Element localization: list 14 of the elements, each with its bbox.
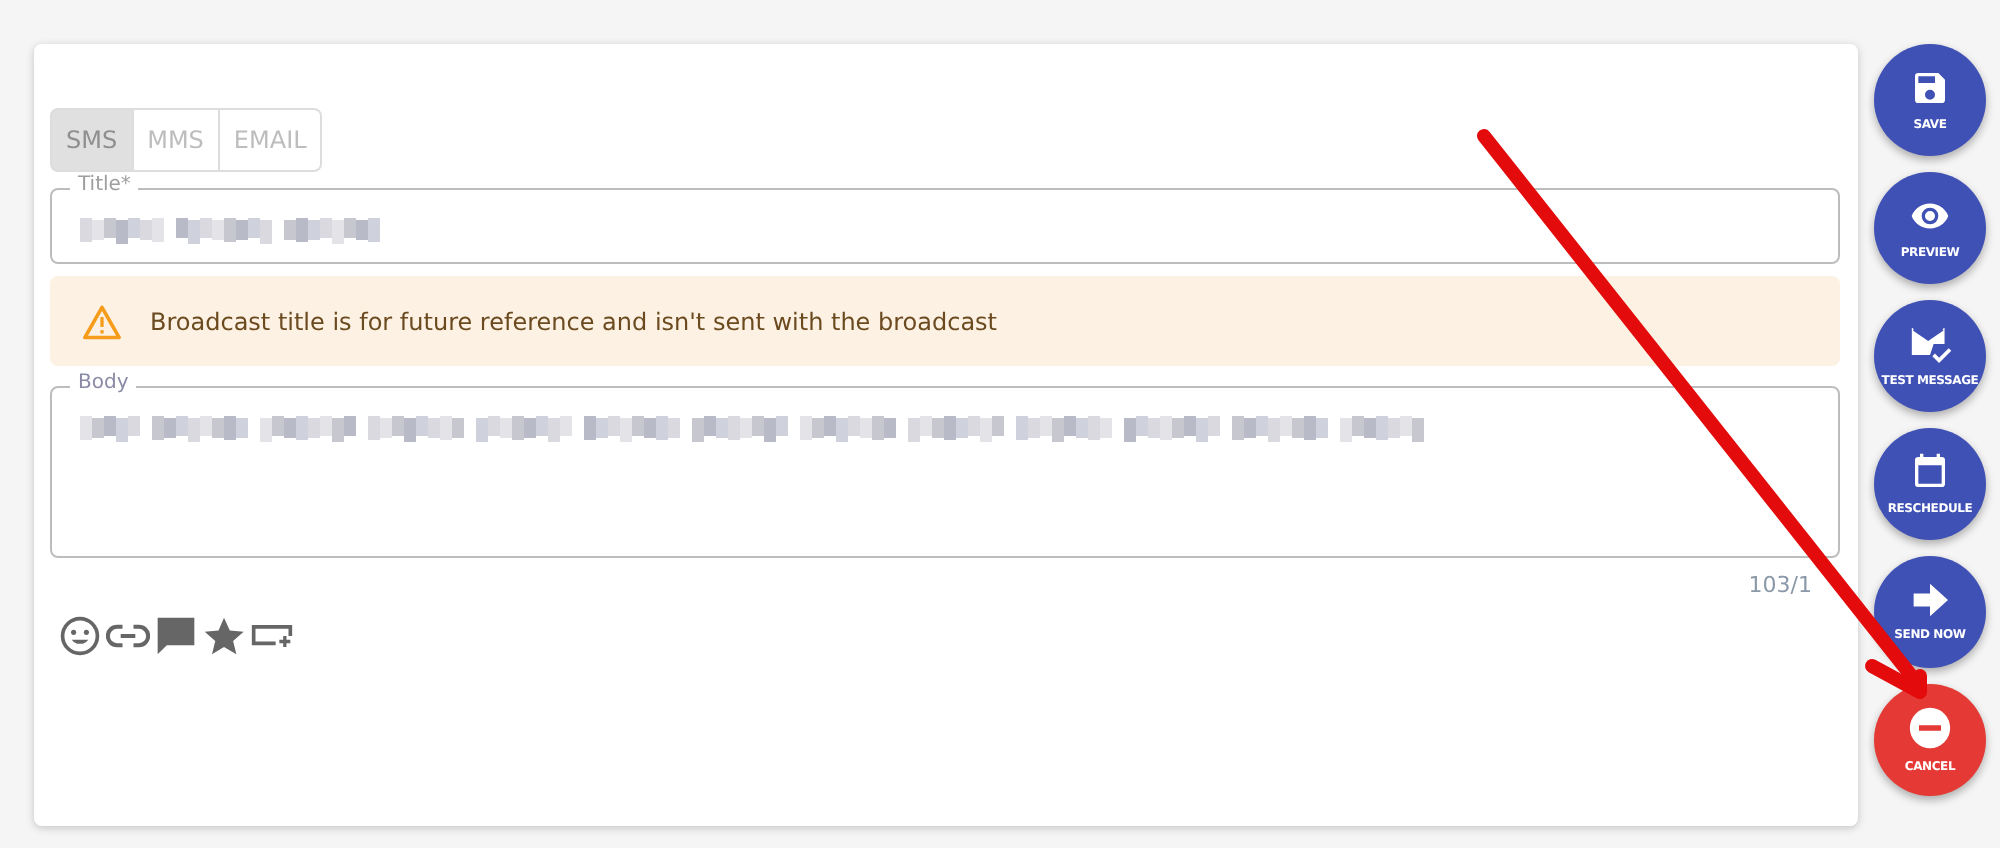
input-plus-icon[interactable] [250,622,294,650]
calendar-icon [1910,452,1950,492]
minus-circle-icon [1908,706,1952,750]
channel-tab[interactable]: SMS [50,108,134,172]
envelope-check-icon [1908,324,1952,364]
notice-text: Broadcast title is for future reference and isn't sent with the broadcast [150,307,997,335]
character-counter: 103/1 [1748,572,1812,598]
link-icon[interactable] [106,622,150,650]
field-label: Body [70,372,137,396]
warning-icon [82,303,122,339]
star-icon[interactable] [202,616,246,656]
speech-bubble-icon[interactable] [154,614,198,658]
right-arrow-icon [1910,582,1950,618]
smiley-icon[interactable] [58,614,102,658]
